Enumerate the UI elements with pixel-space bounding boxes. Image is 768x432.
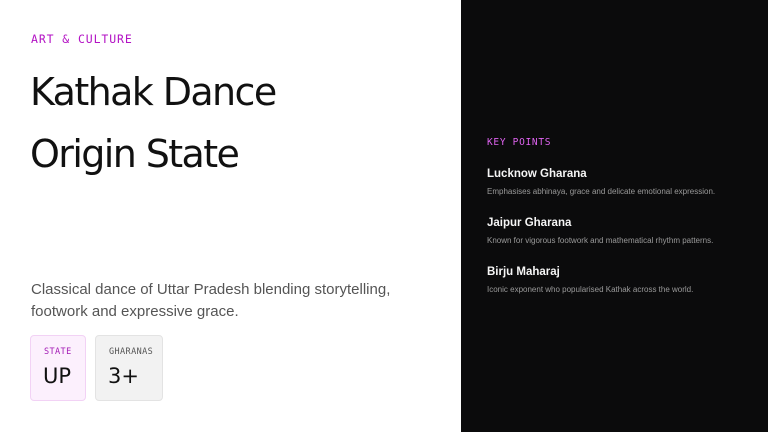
stat-card-gharanas: GHARANAS 3+: [95, 335, 163, 401]
key-point-title: Jaipur Gharana: [487, 217, 572, 229]
key-point-title: Birju Maharaj: [487, 266, 560, 278]
key-point-title: Lucknow Gharana: [487, 168, 587, 180]
title-line-2: Origin State: [30, 132, 240, 176]
key-point-item: Jaipur Gharana Known for vigorous footwo…: [487, 216, 757, 246]
key-point-item: Lucknow Gharana Emphasises abhinaya, gra…: [487, 167, 757, 197]
stat-label-state: STATE: [44, 347, 72, 357]
category-eyebrow: ART & CULTURE: [31, 32, 133, 46]
title-line-1: Kathak Dance: [30, 70, 277, 114]
key-points-panel: KEY POINTS Lucknow Gharana Emphasises ab…: [461, 0, 768, 432]
key-point-desc: Iconic exponent who popularised Kathak a…: [487, 285, 694, 294]
stat-card-state: STATE UP: [30, 335, 86, 401]
description: Classical dance of Uttar Pradesh blendin…: [31, 281, 391, 320]
left-panel: ART & CULTURE Kathak Dance Origin State …: [0, 0, 461, 432]
key-point-desc: Known for vigorous footwork and mathemat…: [487, 236, 714, 245]
stat-label-gharanas: GHARANAS: [109, 347, 154, 357]
key-point-desc: Emphasises abhinaya, grace and delicate …: [487, 187, 716, 196]
key-points-heading: KEY POINTS: [487, 137, 552, 148]
stat-value-state: UP: [43, 364, 72, 388]
key-point-item: Birju Maharaj Iconic exponent who popula…: [487, 265, 757, 295]
stat-value-gharanas: 3+: [108, 364, 139, 388]
